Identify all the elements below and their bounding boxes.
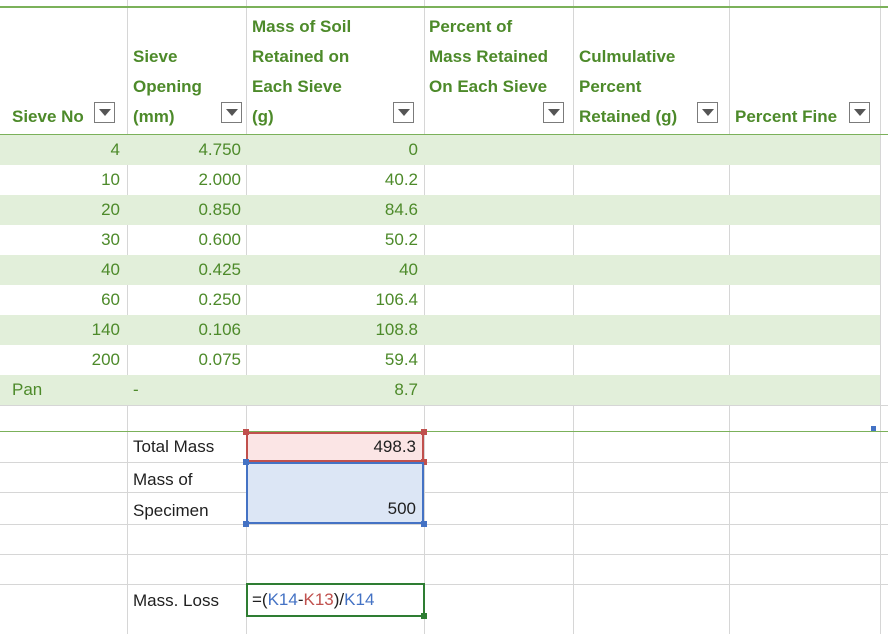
filter-dropdown-icon[interactable] <box>697 102 718 123</box>
opening-cell: - <box>133 380 139 399</box>
opening-cell: 2.000 <box>198 170 241 189</box>
header-cumulative: Culmulative Percent Retained (g) <box>579 47 678 126</box>
row-divider <box>0 584 888 585</box>
mass-cell: 108.8 <box>375 320 418 339</box>
spreadsheet-grid[interactable]: Sieve No Sieve Opening (mm) Mass of Soil… <box>0 0 888 634</box>
header-percent-fine: Percent Fine <box>735 107 838 126</box>
header-mass-retained: Mass of Soil Retained on Each Sieve (g) <box>252 17 352 126</box>
sieve-no-cell: Pan <box>12 380 43 399</box>
selection-handle[interactable] <box>243 521 249 527</box>
selection-handle[interactable] <box>421 429 427 435</box>
table-top-border <box>0 6 888 8</box>
mass-cell: 50.2 <box>384 230 418 249</box>
header-sieve-no: Sieve No <box>12 107 84 126</box>
cell-reference: K14 <box>344 590 375 609</box>
cell-reference: K13 <box>303 590 334 609</box>
row-divider <box>0 405 888 406</box>
table-row[interactable]: 30 0.600 50.2 <box>0 225 880 255</box>
opening-cell: 0.106 <box>198 320 241 339</box>
selection-handle[interactable] <box>243 429 249 435</box>
sieve-no-cell: 140 <box>91 320 120 339</box>
header-percent-retained: Percent of Mass Retained On Each Sieve <box>429 17 549 96</box>
opening-cell: 0.850 <box>198 200 241 219</box>
row-divider <box>0 462 888 463</box>
opening-cell: 0.425 <box>198 260 241 279</box>
mass-cell: 106.4 <box>375 290 418 309</box>
mass-cell: 0 <box>408 140 418 159</box>
sieve-no-cell: 200 <box>91 350 120 369</box>
formula-text[interactable]: =(K14-K13)/K14 <box>252 585 374 615</box>
table-row[interactable]: 60 0.250 106.4 <box>0 285 880 315</box>
header-sieve-opening: Sieve Opening (mm) <box>133 47 202 126</box>
table-row[interactable]: 40 0.425 40 <box>0 255 880 285</box>
column-divider <box>880 0 881 634</box>
table-resize-handle[interactable] <box>871 426 876 431</box>
fill-handle[interactable] <box>421 613 427 619</box>
sieve-no-cell: 10 <box>101 170 120 189</box>
row-divider <box>0 554 888 555</box>
filter-dropdown-icon[interactable] <box>393 102 414 123</box>
mass-loss-label: Mass. Loss <box>133 591 219 610</box>
mass-cell: 84.6 <box>384 200 418 219</box>
mass-cell: 40 <box>399 260 418 279</box>
filter-dropdown-icon[interactable] <box>94 102 115 123</box>
selection-handle[interactable] <box>421 521 427 527</box>
specimen-value: 500 <box>387 499 416 518</box>
table-row[interactable]: 10 2.000 40.2 <box>0 165 880 195</box>
specimen-cell[interactable]: 500 <box>246 462 424 524</box>
formula-part: )/ <box>333 590 345 609</box>
specimen-label: Mass of Specimen <box>133 470 209 520</box>
filter-dropdown-icon[interactable] <box>543 102 564 123</box>
opening-cell: 0.075 <box>198 350 241 369</box>
selection-handle[interactable] <box>243 459 249 465</box>
filter-dropdown-icon[interactable] <box>221 102 242 123</box>
total-mass-cell[interactable]: 498.3 <box>246 432 424 462</box>
total-mass-label: Total Mass <box>133 437 215 456</box>
mass-cell: 59.4 <box>384 350 418 369</box>
formula-part: =( <box>252 590 268 609</box>
sieve-no-cell: 40 <box>101 260 120 279</box>
sieve-no-cell: 4 <box>110 140 120 159</box>
sieve-no-cell: 20 <box>101 200 120 219</box>
cell-reference: K14 <box>267 590 298 609</box>
sieve-no-cell: 30 <box>101 230 120 249</box>
mass-cell: 40.2 <box>384 170 418 189</box>
table-row[interactable]: Pan - 8.7 <box>0 375 880 405</box>
filter-dropdown-icon[interactable] <box>849 102 870 123</box>
mass-cell: 8.7 <box>394 380 418 399</box>
table-row[interactable]: 4 4.750 0 <box>0 135 880 165</box>
opening-cell: 4.750 <box>198 140 241 159</box>
opening-cell: 0.600 <box>198 230 241 249</box>
table-row[interactable]: 20 0.850 84.6 <box>0 195 880 225</box>
total-mass-value: 498.3 <box>373 437 416 456</box>
table-row[interactable]: 200 0.075 59.4 <box>0 345 880 375</box>
opening-cell: 0.250 <box>198 290 241 309</box>
sieve-no-cell: 60 <box>101 290 120 309</box>
table-row[interactable]: 140 0.106 108.8 <box>0 315 880 345</box>
